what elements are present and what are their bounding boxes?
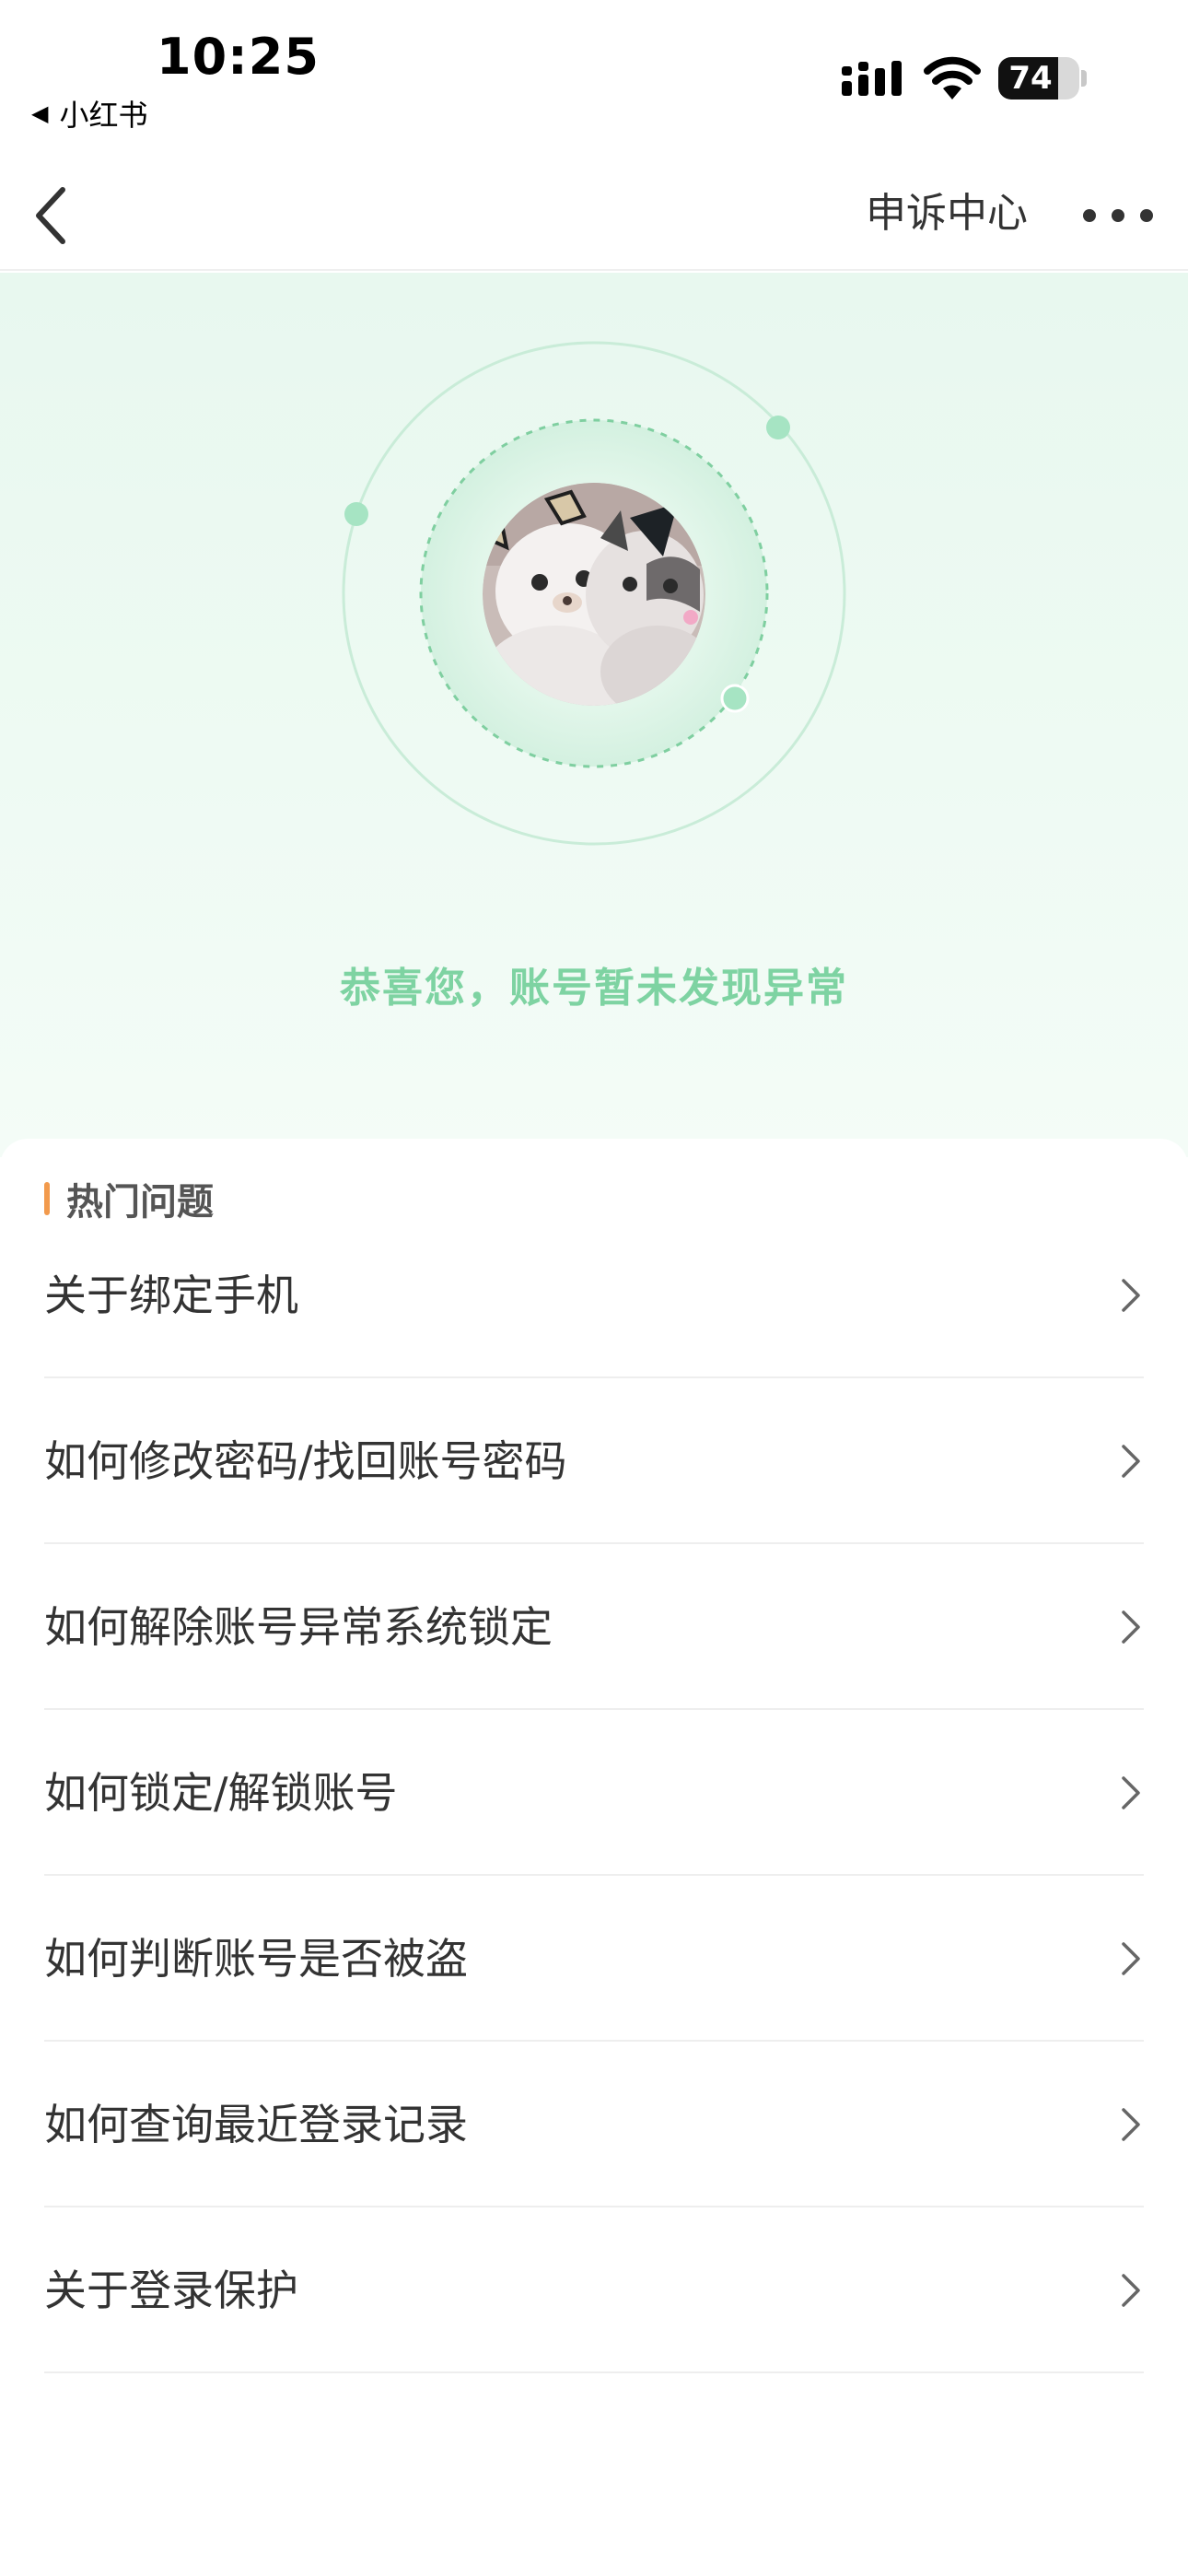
dot bbox=[1083, 209, 1096, 222]
more-dots-icon[interactable] bbox=[1083, 188, 1153, 243]
faq-item-label: 如何判断账号是否被盗 bbox=[44, 1934, 468, 1984]
chevron-right-icon bbox=[1122, 1279, 1140, 1312]
avatar[interactable] bbox=[483, 483, 705, 706]
chevron-right-icon bbox=[1122, 1610, 1140, 1644]
faq-item[interactable]: 如何修改密码/找回账号密码 bbox=[44, 1378, 1144, 1544]
faq-item[interactable]: 如何查询最近登录记录 bbox=[44, 2042, 1144, 2207]
back-triangle-icon: ◀ bbox=[31, 100, 49, 126]
battery-level: 74 bbox=[1008, 60, 1053, 97]
faq-item-label: 关于绑定手机 bbox=[44, 1270, 298, 1320]
status-message: 恭喜您，账号暂未发现异常 bbox=[340, 965, 848, 1012]
faq-item-label: 如何锁定/解锁账号 bbox=[44, 1768, 398, 1818]
nav-bar: 申诉中心 bbox=[0, 157, 1188, 271]
battery-icon: 74 bbox=[998, 57, 1079, 100]
chevron-right-icon bbox=[1122, 1776, 1140, 1809]
faq-item-label: 如何修改密码/找回账号密码 bbox=[44, 1436, 567, 1486]
page-title: 申诉中心 bbox=[866, 190, 1028, 237]
faq-item-label: 如何查询最近登录记录 bbox=[44, 2100, 468, 2149]
dot bbox=[1140, 209, 1153, 222]
wifi-icon bbox=[924, 56, 981, 100]
dot bbox=[1112, 209, 1124, 222]
faq-item[interactable]: 如何判断账号是否被盗 bbox=[44, 1876, 1144, 2042]
back-to-app-link[interactable]: ◀ 小红书 bbox=[31, 92, 147, 135]
hero-section: 恭喜您，账号暂未发现异常 bbox=[0, 273, 1188, 1157]
faq-item-label: 关于登录保护 bbox=[44, 2266, 298, 2315]
chevron-right-icon bbox=[1122, 2108, 1140, 2141]
section-accent-bar bbox=[44, 1182, 50, 1215]
orbit-graphic bbox=[342, 341, 846, 846]
page: 10:25 ◀ 小红书 74 申诉中心 恭喜您，账号暂未发现异常 热门问题 关于… bbox=[0, 0, 1188, 2576]
status-bar: 10:25 ◀ 小红书 74 bbox=[0, 0, 1188, 157]
faq-list: 关于绑定手机 如何修改密码/找回账号密码 如何解除账号异常系统锁定 如何锁定/解… bbox=[44, 1270, 1144, 2373]
faq-item[interactable]: 如何锁定/解锁账号 bbox=[44, 1710, 1144, 1876]
faq-item[interactable]: 关于登录保护 bbox=[44, 2207, 1144, 2373]
back-app-label: 小红书 bbox=[59, 98, 148, 133]
faq-item-label: 如何解除账号异常系统锁定 bbox=[44, 1602, 553, 1652]
chevron-right-icon bbox=[1122, 1445, 1140, 1478]
chevron-right-icon bbox=[1122, 2274, 1140, 2307]
battery-cap bbox=[1081, 70, 1087, 87]
avatar-kittens bbox=[483, 483, 705, 706]
faq-item[interactable]: 如何解除账号异常系统锁定 bbox=[44, 1544, 1144, 1710]
chevron-left-icon[interactable] bbox=[26, 181, 81, 251]
faq-card: 热门问题 关于绑定手机 如何修改密码/找回账号密码 如何解除账号异常系统锁定 如… bbox=[0, 1139, 1188, 2576]
signal-icon bbox=[842, 61, 902, 96]
chevron-right-icon bbox=[1122, 1942, 1140, 1975]
status-time: 10:25 bbox=[157, 28, 320, 86]
faq-item[interactable]: 关于绑定手机 bbox=[44, 1212, 1144, 1378]
